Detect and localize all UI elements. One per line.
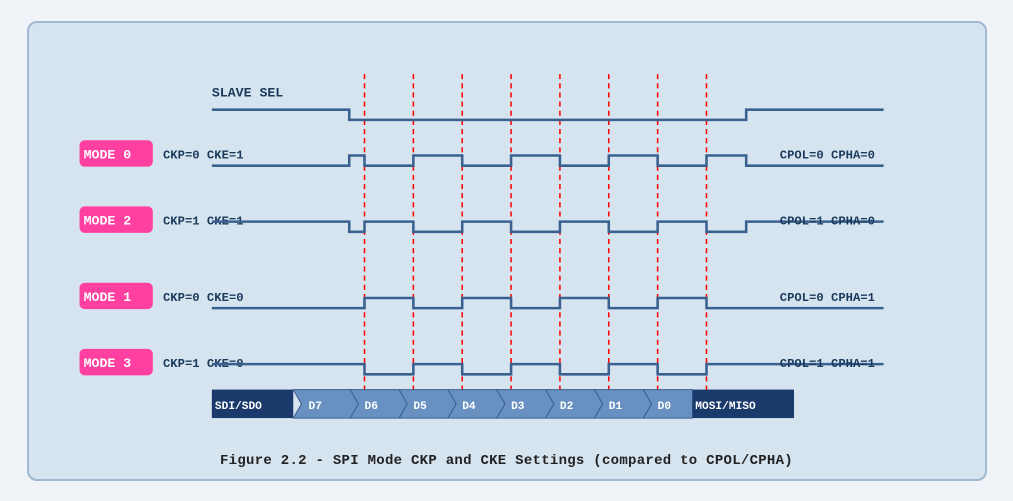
mode1-right: CPOL=0 CPHA=1 xyxy=(779,291,874,305)
d1-label: D1 xyxy=(608,400,622,412)
d3-label: D3 xyxy=(511,400,525,412)
mode3-right: CPOL=1 CPHA=1 xyxy=(779,357,874,371)
mode3-label: MODE 3 xyxy=(83,356,131,371)
mode0-desc: CKP=0 CKE=1 xyxy=(162,148,243,162)
mode2-right: CPOL=1 CPHA=0 xyxy=(779,214,874,228)
d5-label: D5 xyxy=(413,400,427,412)
mode0-right: CPOL=0 CPHA=0 xyxy=(779,148,874,162)
d0-label: D0 xyxy=(657,400,671,412)
figure-caption: Figure 2.2 - SPI Mode CKP and CKE Settin… xyxy=(220,453,793,469)
mode0-label: MODE 0 xyxy=(83,147,131,162)
diagram-container: SLAVE SEL MODE 0 CKP=0 CKE=1 CPOL=0 CPHA… xyxy=(27,21,987,481)
diagram-area: SLAVE SEL MODE 0 CKP=0 CKE=1 CPOL=0 CPHA… xyxy=(49,39,965,445)
d4-label: D4 xyxy=(462,400,476,412)
mode2-label: MODE 2 xyxy=(83,213,131,228)
mosi-miso-label: MOSI/MISO xyxy=(695,400,756,412)
d7-label: D7 xyxy=(308,400,321,412)
slave-sel-label: SLAVE SEL xyxy=(211,85,282,100)
d6-label: D6 xyxy=(364,400,378,412)
mode1-label: MODE 1 xyxy=(83,290,131,305)
mode1-desc: CKP=0 CKE=0 xyxy=(162,291,243,305)
d2-label: D2 xyxy=(559,400,573,412)
sdi-sdo-label: SDI/SDO xyxy=(214,400,261,412)
